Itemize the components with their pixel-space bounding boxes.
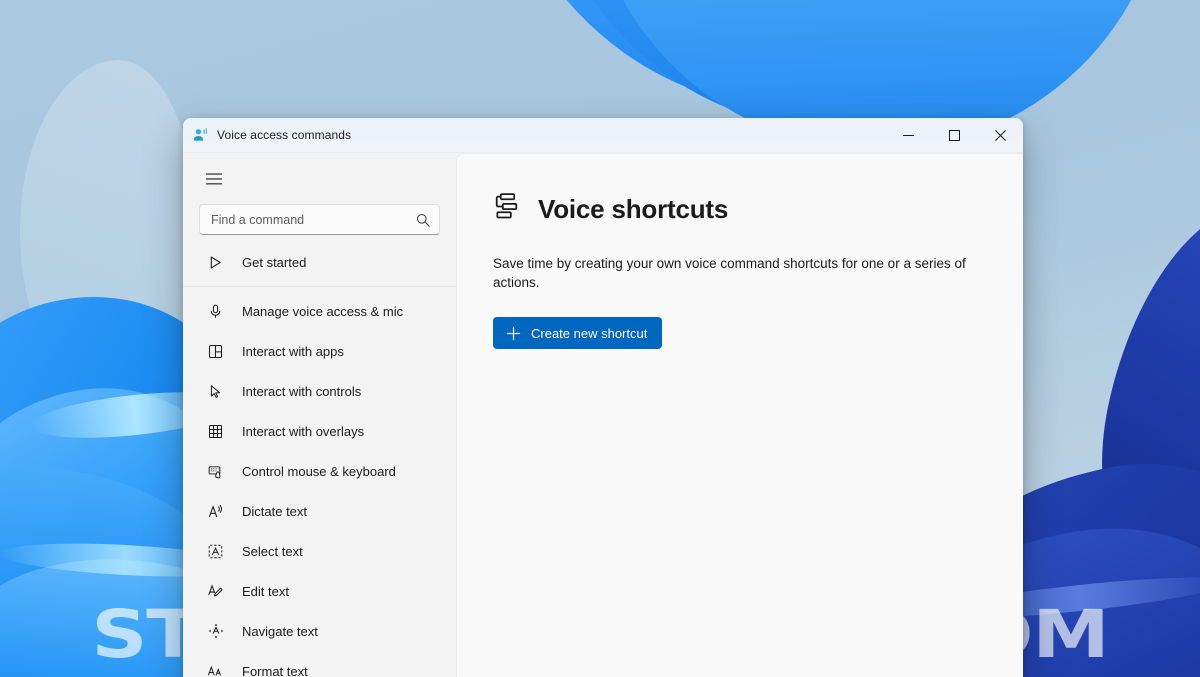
sidebar-item-label: Manage voice access & mic <box>242 303 404 319</box>
microphone-icon <box>207 303 224 320</box>
sidebar-item-label: Interact with controls <box>242 383 362 399</box>
apps-grid-icon <box>207 343 224 360</box>
create-new-shortcut-label: Create new shortcut <box>531 325 648 341</box>
page-header: Voice shortcuts <box>493 192 987 226</box>
sidebar-item-label: Navigate text <box>242 623 318 639</box>
wallpaper-navy-3 <box>1068 179 1200 641</box>
search-box[interactable] <box>199 204 440 235</box>
grid-overlay-icon <box>207 423 224 440</box>
desktop-background: STEALTHSETTINGS.COM Voice access command… <box>0 0 1200 677</box>
sidebar-item-navigate-text[interactable]: Navigate text <box>189 611 450 651</box>
dictate-a-waves-icon <box>207 503 224 520</box>
sidebar-item-get-started[interactable]: Get started <box>189 242 450 282</box>
sidebar-item-label: Select text <box>242 543 303 559</box>
edit-a-pencil-icon <box>207 583 224 600</box>
navigate-a-arrows-icon <box>207 623 224 640</box>
sidebar-item-manage-voice-access-mic[interactable]: Manage voice access & mic <box>189 291 450 331</box>
format-aa-icon <box>207 663 224 677</box>
minimize-button[interactable] <box>885 118 931 153</box>
title-bar-left: Voice access commands <box>183 127 351 144</box>
hamburger-icon <box>206 173 222 185</box>
sidebar-item-format-text[interactable]: Format text <box>189 651 450 677</box>
create-new-shortcut-button[interactable]: Create new shortcut <box>493 317 663 350</box>
wallpaper-haze <box>20 60 200 400</box>
close-button[interactable] <box>977 118 1023 153</box>
sidebar-item-interact-with-overlays[interactable]: Interact with overlays <box>189 411 450 451</box>
navigation-menu-button[interactable] <box>196 163 232 195</box>
main-content-panel: Voice shortcuts Save time by creating yo… <box>456 153 1023 677</box>
sidebar-divider <box>183 286 456 287</box>
minimize-icon <box>902 134 914 136</box>
sidebar-item-label: Interact with overlays <box>242 423 365 439</box>
sidebar-item-interact-with-apps[interactable]: Interact with apps <box>189 331 450 371</box>
page-description: Save time by creating your own voice com… <box>493 256 966 291</box>
select-a-dashed-box-icon <box>207 543 224 560</box>
maximize-icon <box>948 129 960 141</box>
voice-access-commands-window: Voice access commands Find a command Get… <box>183 118 1023 677</box>
sidebar-item-label: Get started <box>242 254 307 270</box>
voice-shortcuts-stacked-bars-icon <box>493 192 522 226</box>
sidebar-item-control-mouse-keyboard[interactable]: Control mouse & keyboard <box>189 451 450 491</box>
sidebar-item-label: Dictate text <box>242 503 308 519</box>
play-triangle-icon <box>207 254 224 271</box>
keyboard-mouse-icon <box>207 463 224 480</box>
sidebar-item-label: Edit text <box>242 583 289 599</box>
maximize-button[interactable] <box>931 118 977 153</box>
window-title: Voice access commands <box>217 128 352 142</box>
plus-icon <box>506 326 521 341</box>
sidebar-item-label: Interact with apps <box>242 343 344 359</box>
navigation-sidebar: Get started Manage voice access & mic <box>183 153 456 677</box>
wallpaper-arc-1 <box>485 0 1135 132</box>
sidebar-item-label: Control mouse & keyboard <box>242 463 396 479</box>
cursor-arrow-icon <box>207 383 224 400</box>
magnifier-glyph <box>416 213 430 227</box>
page-title: Voice shortcuts <box>538 193 729 224</box>
search-container <box>183 195 456 235</box>
sidebar-item-interact-with-controls[interactable]: Interact with controls <box>189 371 450 411</box>
window-body: Get started Manage voice access & mic <box>183 153 1023 677</box>
voice-access-person-icon <box>193 127 207 141</box>
sidebar-item-edit-text[interactable]: Edit text <box>189 571 450 611</box>
sidebar-item-list: Get started Manage voice access & mic In… <box>183 242 456 677</box>
search-icon[interactable] <box>416 213 430 227</box>
sidebar-item-label: Format text <box>242 663 308 677</box>
sidebar-item-select-text[interactable]: Select text <box>189 531 450 571</box>
window-title-bar[interactable]: Voice access commands <box>183 118 1023 153</box>
sidebar-item-dictate-text[interactable]: Dictate text <box>189 491 450 531</box>
search-input[interactable] <box>211 212 416 227</box>
close-icon <box>994 129 1006 141</box>
